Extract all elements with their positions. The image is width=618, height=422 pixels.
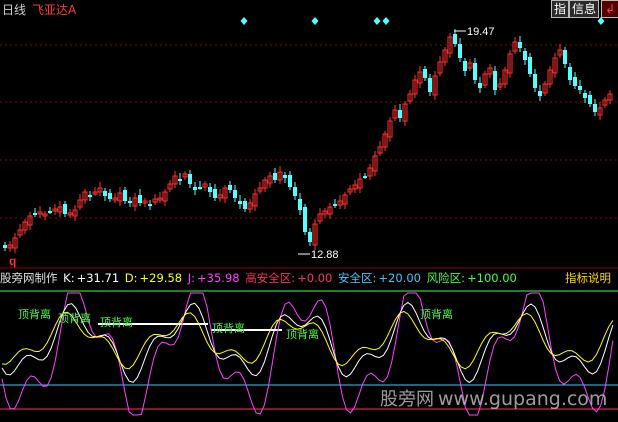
candle-body bbox=[88, 195, 92, 197]
watermark: 股旁网 www.gupang.com bbox=[380, 385, 607, 411]
high-safe-value: +0.00 bbox=[297, 271, 333, 285]
candle-body bbox=[573, 77, 577, 86]
candle-body bbox=[333, 204, 337, 206]
candle-body bbox=[398, 110, 402, 118]
indicator-button[interactable]: 指 bbox=[551, 0, 570, 18]
candle-body bbox=[363, 176, 367, 178]
period-label[interactable]: 日线 bbox=[2, 1, 26, 18]
price-high-annotation: 19.47 bbox=[454, 26, 495, 38]
divergence-label-4: 顶背离 bbox=[212, 321, 245, 335]
restore-window-icon[interactable]: ↲ bbox=[601, 0, 618, 18]
k-value: +31.71 bbox=[76, 271, 120, 285]
d-label: D: bbox=[124, 271, 138, 285]
candle-body bbox=[33, 213, 37, 215]
candle-body bbox=[293, 187, 297, 196]
candle-body bbox=[3, 245, 7, 248]
candle-body bbox=[458, 44, 462, 58]
candle-body bbox=[518, 42, 522, 48]
candlestick-series bbox=[3, 29, 613, 253]
indicator-explain-button[interactable]: 指标说明 bbox=[565, 270, 611, 286]
candle-body bbox=[213, 189, 217, 198]
k-line bbox=[1, 301, 614, 384]
d-value: +29.58 bbox=[139, 271, 183, 285]
candle-body bbox=[528, 57, 532, 74]
j-label: J: bbox=[187, 271, 196, 285]
divergence-label-1: 顶背离 bbox=[18, 307, 51, 321]
candle-body bbox=[238, 201, 242, 204]
candle-body bbox=[588, 95, 592, 104]
candle-body bbox=[308, 232, 312, 242]
watermark-url: www.gupang.com bbox=[438, 388, 608, 410]
candle-body bbox=[538, 91, 542, 96]
candle-body bbox=[593, 104, 597, 112]
price-low-annotation: 12.88 bbox=[298, 249, 339, 261]
risk-value: +100.00 bbox=[467, 271, 517, 285]
j-value: +35.98 bbox=[197, 271, 240, 285]
candle-body bbox=[583, 93, 587, 98]
price-high-label: 19.47 bbox=[467, 26, 495, 38]
candle-body bbox=[188, 174, 192, 184]
safe-value: +20.00 bbox=[378, 271, 421, 285]
safe-label: 安全区: bbox=[338, 271, 377, 285]
signal-diamond-icon bbox=[240, 17, 248, 25]
divergence-label-3: 顶背离 bbox=[100, 315, 133, 329]
candle-body bbox=[273, 173, 277, 180]
divergence-label-2: 顶背离 bbox=[58, 311, 91, 325]
candle-body bbox=[533, 74, 537, 88]
candle-body bbox=[138, 195, 142, 203]
candle-body bbox=[463, 61, 467, 71]
top-bar: 日线 飞亚达A 指 信息 ↲ bbox=[0, 0, 618, 18]
marker-q-label: q bbox=[9, 254, 16, 268]
candle-body bbox=[208, 187, 212, 192]
candle-body bbox=[108, 193, 112, 199]
signal-diamond-icon bbox=[597, 17, 605, 25]
candle-body bbox=[563, 50, 567, 64]
candle-body bbox=[243, 201, 247, 209]
candle-body bbox=[493, 71, 497, 90]
candle-body bbox=[63, 204, 67, 214]
candle-body bbox=[233, 190, 237, 198]
candle-body bbox=[148, 204, 152, 206]
high-safe-label: 高安全区: bbox=[245, 271, 296, 285]
indicator-header: 股旁网制作 K: +31.71 D: +29.58 J: +35.98 高安全区: +0… bbox=[0, 270, 618, 286]
candle-body bbox=[123, 190, 127, 201]
candle-body bbox=[298, 199, 302, 210]
candle-body bbox=[428, 78, 432, 92]
candle-body bbox=[453, 34, 457, 44]
info-button[interactable]: 信息 bbox=[569, 0, 600, 18]
candle-body bbox=[523, 51, 527, 60]
candle-body bbox=[478, 83, 482, 88]
candle-body bbox=[578, 86, 582, 90]
candle-body bbox=[288, 175, 292, 187]
candle-body bbox=[228, 185, 232, 190]
candle-body bbox=[128, 201, 132, 203]
k-label: K: bbox=[63, 271, 75, 285]
candle-body bbox=[423, 69, 427, 78]
signal-diamond-icon bbox=[373, 17, 381, 25]
signal-diamond-icon bbox=[311, 17, 319, 25]
candle-body bbox=[283, 175, 287, 178]
price-low-label: 12.88 bbox=[311, 249, 339, 261]
indicator-title: 股旁网制作 bbox=[0, 271, 58, 285]
divergence-label-6: 顶背离 bbox=[420, 307, 453, 321]
candle-body bbox=[178, 179, 182, 181]
candle-body bbox=[48, 211, 52, 213]
divergence-label-5: 顶背离 bbox=[286, 327, 319, 341]
candle-body bbox=[473, 63, 477, 80]
main-chart: 19.47 12.88 q 顶背离 顶背离 顶背离 顶背离 顶背离 顶背离 bbox=[0, 17, 618, 416]
candle-body bbox=[198, 187, 202, 189]
signal-diamonds bbox=[240, 17, 605, 25]
watermark-cn: 股旁网 bbox=[380, 389, 434, 410]
signal-diamond-icon bbox=[382, 17, 390, 25]
candle-body bbox=[103, 191, 107, 196]
candle-body bbox=[303, 207, 307, 232]
stock-name: 飞亚达A bbox=[32, 3, 77, 17]
candle-body bbox=[193, 187, 197, 190]
risk-label: 风险区: bbox=[426, 271, 465, 285]
candle-body bbox=[568, 67, 572, 80]
